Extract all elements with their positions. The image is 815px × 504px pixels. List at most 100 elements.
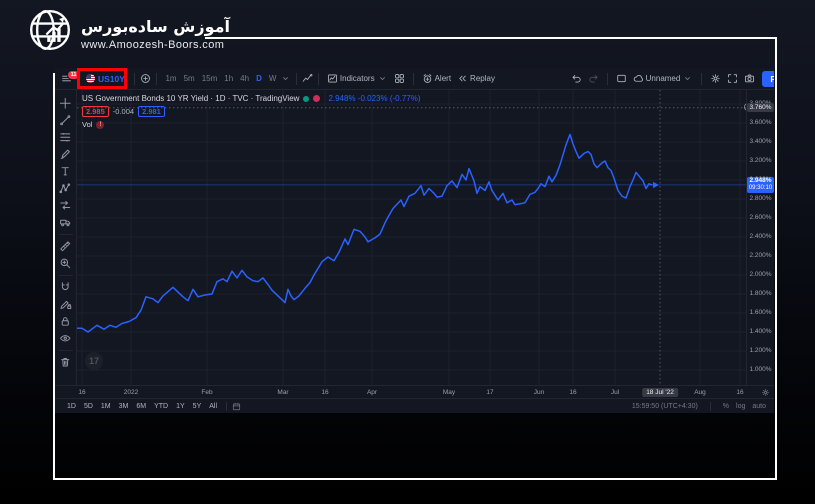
price-chart[interactable]: US Government Bonds 10 YR Yield · 1D · T…: [77, 90, 746, 385]
price-scale[interactable]: 3.800%3.600%3.400%3.200%3.000%2.800%2.60…: [746, 90, 774, 385]
alert-button[interactable]: Alert: [419, 73, 454, 84]
change-value: -0.004: [113, 107, 134, 116]
time-tick-label: Feb: [201, 389, 212, 396]
timeframe-group: 1m5m15m1h4hDW: [162, 74, 280, 83]
volume-error-badge[interactable]: !: [96, 121, 104, 129]
stickers-tool-icon[interactable]: [58, 214, 74, 231]
symbol-description[interactable]: US Government Bonds 10 YR Yield · 1D · T…: [82, 94, 299, 103]
time-axis-gear-icon[interactable]: [761, 388, 770, 397]
main-menu-button[interactable]: 11: [59, 73, 74, 84]
open-value: 2.985: [82, 106, 109, 117]
time-tick-label: 16: [736, 389, 743, 396]
indicators-chevron-icon: [377, 73, 388, 84]
scale-mode-percent[interactable]: %: [723, 403, 729, 410]
price-tick-label: 1.800%: [747, 290, 774, 297]
price-tick-label: 3.600%: [747, 119, 774, 126]
crosshair-tool-icon[interactable]: [58, 95, 74, 112]
hide-all-tool-icon[interactable]: [58, 330, 74, 347]
price-tick-label: 2.800%: [747, 195, 774, 202]
range-1d[interactable]: 1D: [63, 403, 80, 410]
range-1m[interactable]: 1M: [97, 403, 115, 410]
cloud-save-icon: [633, 73, 644, 84]
range-5y[interactable]: 5Y: [189, 403, 206, 410]
forecast-tool-icon[interactable]: [58, 197, 74, 214]
chart-canvas: [77, 90, 746, 385]
indicators-button[interactable]: Indicators: [324, 73, 391, 84]
frame-line-top: [205, 37, 777, 39]
timeframe-1h[interactable]: 1h: [221, 74, 237, 83]
chart-style-icon[interactable]: [302, 73, 313, 84]
go-to-date-icon[interactable]: [232, 402, 241, 411]
scale-mode-auto[interactable]: auto: [752, 403, 766, 410]
zoom-in-tool-icon[interactable]: [58, 255, 74, 272]
brush-tool-icon[interactable]: [58, 146, 74, 163]
volume-study-label[interactable]: Vol: [82, 120, 92, 129]
publish-button[interactable]: P: [762, 71, 774, 87]
time-tick-label: Aug: [694, 389, 706, 396]
replay-button[interactable]: Replay: [454, 73, 498, 84]
globe-chart-icon: [28, 8, 72, 57]
price-tick-label: 3.200%: [747, 157, 774, 164]
ruler-tool-icon[interactable]: [58, 238, 74, 255]
price-tick-label: 1.000%: [747, 366, 774, 373]
range-all[interactable]: All: [205, 403, 221, 410]
text-tool-icon[interactable]: [58, 163, 74, 180]
range-1y[interactable]: 1Y: [172, 403, 189, 410]
clock-readout[interactable]: 15:59:50 (UTC+4:30): [632, 403, 698, 410]
redo-icon[interactable]: [588, 73, 599, 84]
fullscreen-icon[interactable]: [727, 73, 738, 84]
last-price-label: 2.948%09:30:10: [747, 177, 774, 193]
range-3m[interactable]: 3M: [115, 403, 133, 410]
range-6m[interactable]: 6M: [132, 403, 150, 410]
tool-separator: [59, 234, 73, 235]
timeframe-15m[interactable]: 15m: [198, 74, 221, 83]
lock-all-tool-icon[interactable]: [58, 313, 74, 330]
brand-url: www.Amoozesh-Boors.com: [81, 39, 230, 51]
us-flag-icon: [86, 74, 95, 83]
timeframe-1m[interactable]: 1m: [162, 74, 180, 83]
timeframe-chevron-icon[interactable]: [280, 73, 291, 84]
site-logo: آموزش ساده‌بورس www.Amoozesh-Boors.com: [28, 8, 230, 57]
close-value: 2.981: [138, 106, 165, 117]
layout-name-label: Unnamed: [646, 74, 681, 83]
timeframe-W[interactable]: W: [265, 74, 280, 83]
time-axis[interactable]: 162022FebMar16AprMay17Jun16JulAug1618 Ju…: [55, 385, 774, 398]
timeframe-D[interactable]: D: [253, 74, 266, 83]
toolbar-right-group: Unnamed P: [568, 71, 770, 87]
timeframe-4h[interactable]: 4h: [237, 74, 253, 83]
replay-label: Replay: [470, 74, 495, 83]
range-5d[interactable]: 5D: [80, 403, 97, 410]
trend-line-tool-icon[interactable]: [58, 112, 74, 129]
time-tick-label: 16: [321, 389, 328, 396]
compare-add-icon[interactable]: [140, 73, 151, 84]
undo-icon[interactable]: [571, 73, 582, 84]
timeframe-5m[interactable]: 5m: [180, 74, 198, 83]
symbol-search-button[interactable]: US10Y: [82, 74, 129, 84]
drawing-toolbar: [55, 90, 77, 385]
data-status-dot-icon[interactable]: [313, 95, 320, 102]
brand-name: آموزش ساده‌بورس: [81, 15, 230, 39]
magnet-tool-icon[interactable]: [58, 279, 74, 296]
tradingview-window: 11 US10Y 1m5m15m1h4hDW Indicators Alert …: [55, 68, 774, 413]
market-open-dot-icon[interactable]: [303, 96, 309, 102]
notification-badge: 11: [67, 70, 80, 80]
indicator-templates-icon[interactable]: [394, 73, 405, 84]
fib-lines-tool-icon[interactable]: [58, 129, 74, 146]
save-layout-button[interactable]: Unnamed: [630, 73, 697, 84]
snapshot-camera-icon[interactable]: [744, 73, 755, 84]
scale-mode-log[interactable]: log: [736, 403, 745, 410]
crosshair-price-label: 3.760%: [747, 103, 774, 112]
price-tick-label: 1.600%: [747, 309, 774, 316]
symbol-label: US10Y: [98, 74, 125, 84]
price-tick-label: 2.000%: [747, 271, 774, 278]
trash-tool-icon[interactable]: [58, 354, 74, 371]
range-ytd[interactable]: YTD: [150, 403, 172, 410]
xabcd-pattern-tool-icon[interactable]: [58, 180, 74, 197]
layout-select-icon[interactable]: [616, 73, 627, 84]
time-tick-label: Jun: [534, 389, 544, 396]
indicators-icon: [327, 73, 338, 84]
drawing-mode-tool-icon[interactable]: [58, 296, 74, 313]
settings-gear-icon[interactable]: [710, 73, 721, 84]
tool-separator: [59, 350, 73, 351]
replay-icon: [457, 73, 468, 84]
